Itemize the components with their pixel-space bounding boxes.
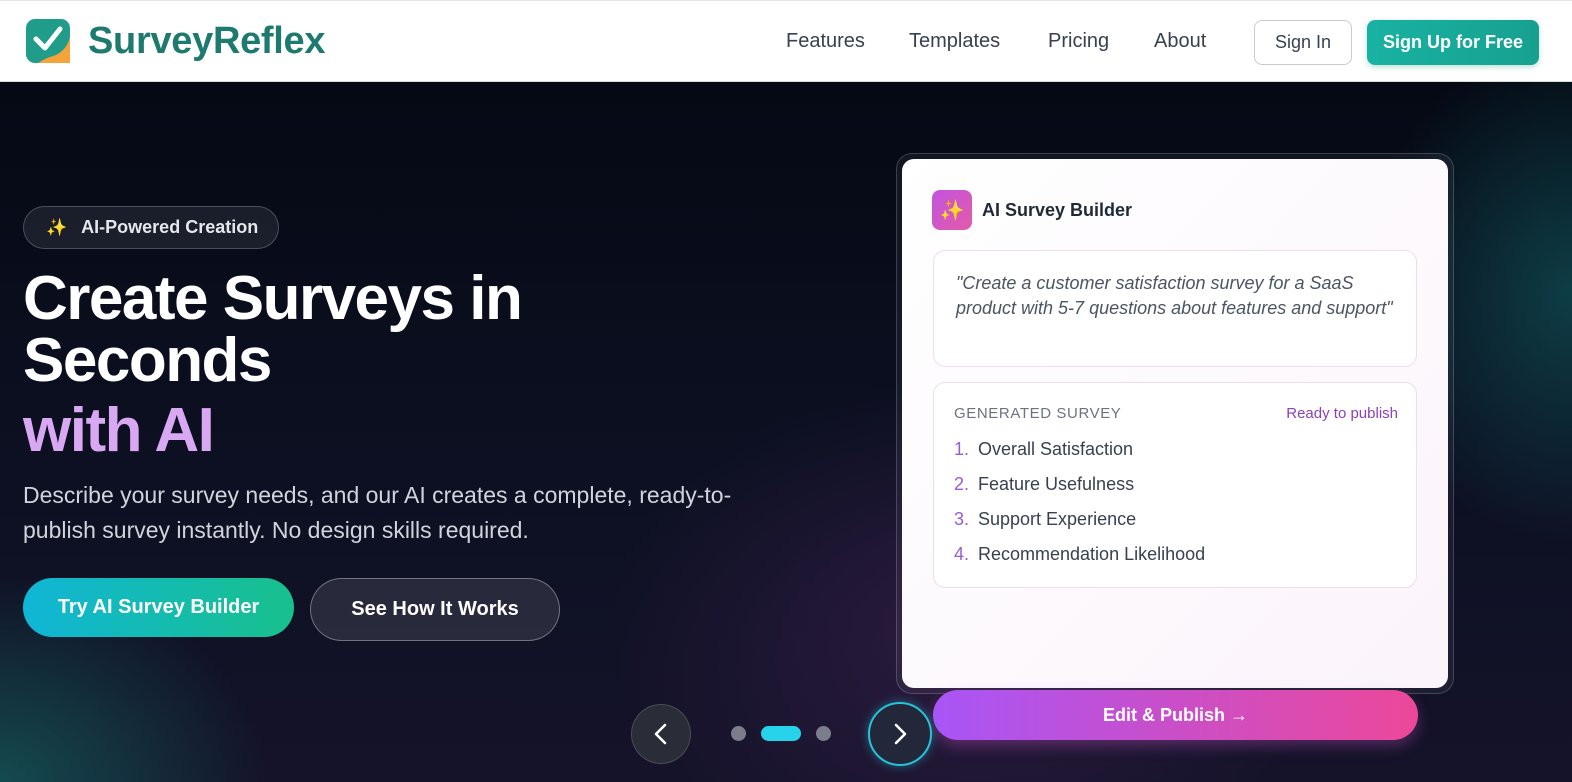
list-item: 3. Support Experience: [954, 509, 1136, 530]
prompt-text: "Create a customer satisfaction survey f…: [933, 250, 1417, 367]
question-number: 1.: [954, 439, 970, 459]
brand-logo[interactable]: SurveyReflex: [26, 19, 326, 63]
question-text: Feature Usefulness: [978, 474, 1135, 494]
list-item: 2. Feature Usefulness: [954, 474, 1134, 495]
try-ai-builder-button[interactable]: Try AI Survey Builder: [23, 578, 294, 637]
question-number: 2.: [954, 474, 970, 494]
sign-up-button[interactable]: Sign Up for Free: [1367, 20, 1539, 65]
hero-headline: Create Surveys in Seconds: [23, 268, 623, 392]
status-badge: Ready to publish: [1286, 405, 1398, 422]
question-text: Recommendation Likelihood: [978, 544, 1206, 564]
carousel-dot-1[interactable]: [731, 726, 746, 741]
carousel-prev-button[interactable]: [631, 704, 691, 764]
list-item: 1. Overall Satisfaction: [954, 439, 1133, 460]
hero-section: ✨ AI-Powered Creation Create Surveys in …: [0, 82, 1572, 782]
headline-accent: with AI: [23, 396, 215, 465]
sign-in-button[interactable]: Sign In: [1254, 20, 1352, 65]
sparkles-icon: ✨: [932, 190, 972, 230]
nav-about[interactable]: About: [1154, 30, 1206, 53]
carousel-next-button[interactable]: [868, 702, 932, 766]
edit-publish-button[interactable]: Edit & Publish →: [933, 690, 1418, 740]
question-number: 4.: [954, 544, 970, 564]
sparkles-icon: ✨: [46, 217, 68, 237]
see-how-it-works-button[interactable]: See How It Works: [310, 578, 560, 641]
nav-templates[interactable]: Templates: [909, 30, 1000, 53]
question-number: 3.: [954, 509, 970, 529]
question-text: Overall Satisfaction: [978, 439, 1134, 459]
chevron-left-icon: [654, 723, 667, 745]
ai-survey-builder-card: ✨ AI Survey Builder "Create a customer s…: [902, 159, 1448, 740]
generated-survey-label: GENERATED SURVEY: [954, 405, 1122, 422]
carousel-dot-3[interactable]: [816, 726, 831, 741]
ai-badge: ✨ AI-Powered Creation: [23, 206, 280, 249]
badge-label: AI-Powered Creation: [81, 217, 259, 237]
chevron-right-icon: [894, 723, 907, 745]
question-text: Support Experience: [978, 509, 1137, 529]
card-title: AI Survey Builder: [982, 200, 1133, 220]
headline-line-2: Seconds: [23, 326, 272, 395]
checkmark-logo-icon: [26, 19, 70, 63]
nav-pricing[interactable]: Pricing: [1048, 30, 1109, 53]
headline-line-1: Create Surveys in: [23, 264, 523, 333]
generated-survey-panel: GENERATED SURVEY Ready to publish 1. Over…: [933, 382, 1417, 588]
top-navbar: SurveyReflex Features Templates Pricing …: [0, 0, 1572, 82]
list-item: 4. Recommendation Likelihood: [954, 544, 1205, 565]
carousel-dot-2[interactable]: [761, 726, 801, 741]
nav-features[interactable]: Features: [786, 30, 865, 53]
brand-name: SurveyReflex: [88, 19, 326, 62]
hero-description: Describe your survey needs, and our AI c…: [23, 482, 732, 543]
